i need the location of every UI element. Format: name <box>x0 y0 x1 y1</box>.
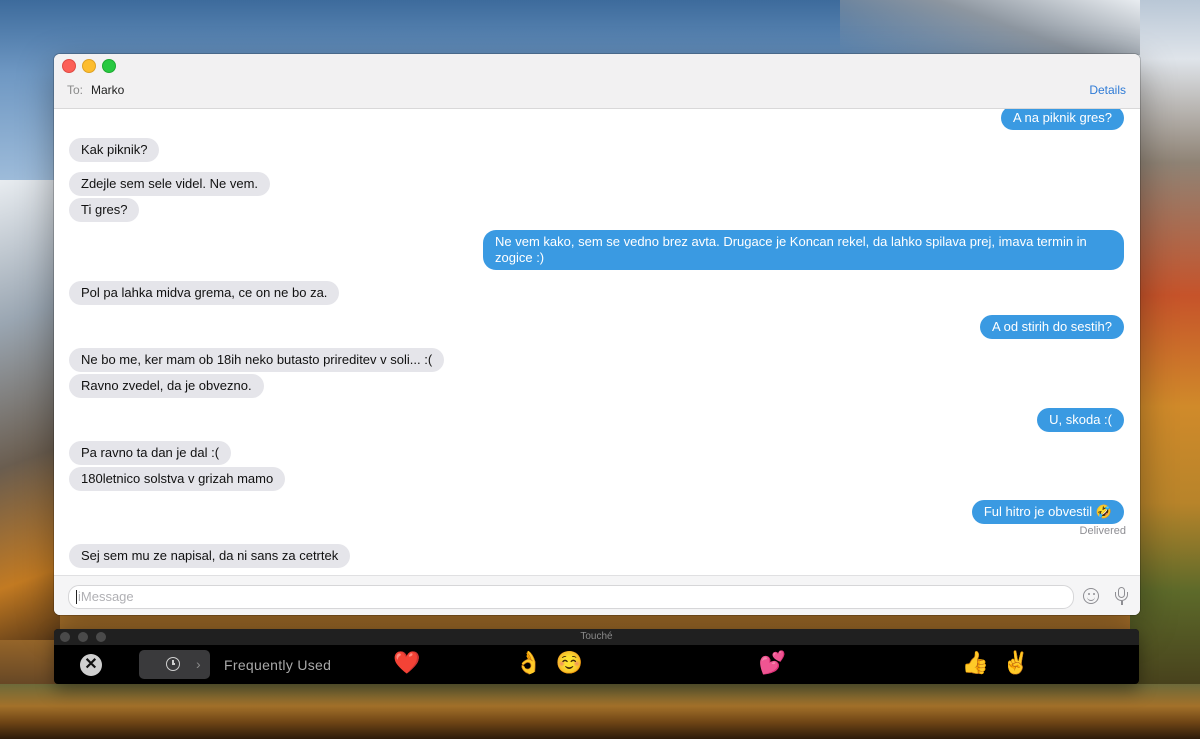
emoji-key[interactable]: 😩 <box>711 648 752 680</box>
message-bubble-outgoing[interactable]: A od stirih do sestih? <box>980 315 1124 339</box>
emoji-key[interactable]: 😒 <box>468 648 509 680</box>
wallpaper-lake <box>0 684 1200 739</box>
message-bubble-outgoing[interactable]: U, skoda :( <box>1037 408 1124 432</box>
window-zoom-button[interactable] <box>102 59 116 73</box>
emoji-key[interactable]: 😉 <box>1036 648 1077 680</box>
message-input[interactable]: iMessage <box>68 585 1074 609</box>
details-button[interactable]: Details <box>1089 83 1126 97</box>
message-bubble-outgoing[interactable]: A na piknik gres? <box>1000 109 1124 130</box>
chevron-right-icon: › <box>196 656 201 672</box>
emoji-key[interactable]: 👌 <box>508 648 549 680</box>
emoji-key[interactable]: 👍 <box>955 648 996 680</box>
touche-touchbar-window: Touché ✕ › Frequently Used 😂 ❤️ 😍 😒 👌 ☺️… <box>54 629 1139 684</box>
mic-stand-glyph <box>1121 601 1123 605</box>
touche-titlebar: Touché <box>54 629 1139 645</box>
window-close-button[interactable] <box>62 59 76 73</box>
message-bubble-incoming[interactable]: Ne bo me, ker mam ob 18ih neko butasto p… <box>69 348 445 372</box>
recipient-name[interactable]: Marko <box>91 83 124 97</box>
emoji-key[interactable]: 😏 <box>833 648 874 680</box>
message-bubble-incoming[interactable]: Zdejle sem sele videl. Ne vem. <box>69 172 271 196</box>
message-bubble-incoming[interactable]: Ti gres? <box>69 198 140 222</box>
emoji-key[interactable]: 😍 <box>427 648 468 680</box>
touche-title: Touché <box>580 631 613 642</box>
smile-mouth-glyph <box>1087 596 1095 601</box>
emoji-category-label: Frequently Used <box>224 657 332 673</box>
wallpaper-forest-right <box>1130 0 1200 739</box>
emoji-key[interactable]: 😂 <box>346 648 387 680</box>
messages-window: To: Marko Details A na piknik gres? Kak … <box>54 54 1140 615</box>
emoji-key[interactable]: 😔 <box>793 648 834 680</box>
message-input-placeholder: iMessage <box>78 589 134 604</box>
emoji-key[interactable]: 😭 <box>671 648 712 680</box>
message-bubble-outgoing[interactable]: Ful hitro je obvestil 🤣 <box>971 500 1124 524</box>
message-bubble-incoming[interactable]: Pol pa lahka midva grema, ce on ne bo za… <box>69 281 340 305</box>
wallpaper-mountain-left <box>0 180 60 640</box>
message-bubble-incoming[interactable]: Sej sem mu ze napisal, da ni sans za cet… <box>69 544 351 568</box>
emoji-key[interactable]: ❤️ <box>387 648 428 680</box>
emoji-key[interactable]: ✌️ <box>996 648 1037 680</box>
to-label: To: <box>67 83 84 97</box>
emoji-key[interactable]: ☺️ <box>549 648 590 680</box>
emoji-row: 😂 ❤️ 😍 😒 👌 ☺️ 😊 😘 😭 😩 💕 😔 😏 😁 😳 👍 ✌️ 😉 😌 <box>346 648 1117 680</box>
delivery-status: Delivered <box>1079 525 1126 537</box>
clock-icon <box>166 657 180 671</box>
window-titlebar: To: Marko Details <box>54 54 1140 109</box>
message-bubble-incoming[interactable]: Ravno zvedel, da je obvezno. <box>69 374 264 398</box>
close-icon[interactable]: ✕ <box>80 654 102 676</box>
window-minimize-button[interactable] <box>82 59 96 73</box>
mic-arc-glyph <box>1115 592 1128 601</box>
text-caret <box>76 590 77 604</box>
message-bubble-incoming[interactable]: 180letnico solstva v grizah mamo <box>69 467 286 491</box>
message-bubble-incoming[interactable]: Pa ravno ta dan je dal :( <box>69 441 232 465</box>
emoji-key[interactable]: 💕 <box>752 648 793 680</box>
message-bubble-incoming[interactable]: Kak piknik? <box>69 138 160 162</box>
emoji-key[interactable]: 😊 <box>590 648 631 680</box>
emoji-key[interactable]: 😌 <box>1077 648 1118 680</box>
conversation-transcript[interactable]: A na piknik gres? Kak piknik? Zdejle sem… <box>54 109 1140 575</box>
emoji-key[interactable]: 😁 <box>874 648 915 680</box>
emoji-key[interactable]: 😳 <box>914 648 955 680</box>
wallpaper-ridge <box>840 0 1140 55</box>
emoji-key[interactable]: 😘 <box>630 648 671 680</box>
message-bubble-outgoing[interactable]: Ne vem kako, sem se vedno brez avta. Dru… <box>483 230 1124 270</box>
smiley-icon[interactable] <box>1083 588 1099 604</box>
message-composer: iMessage <box>54 575 1140 615</box>
recent-emoji-button[interactable]: › <box>139 650 210 679</box>
microphone-icon[interactable] <box>1115 587 1129 605</box>
